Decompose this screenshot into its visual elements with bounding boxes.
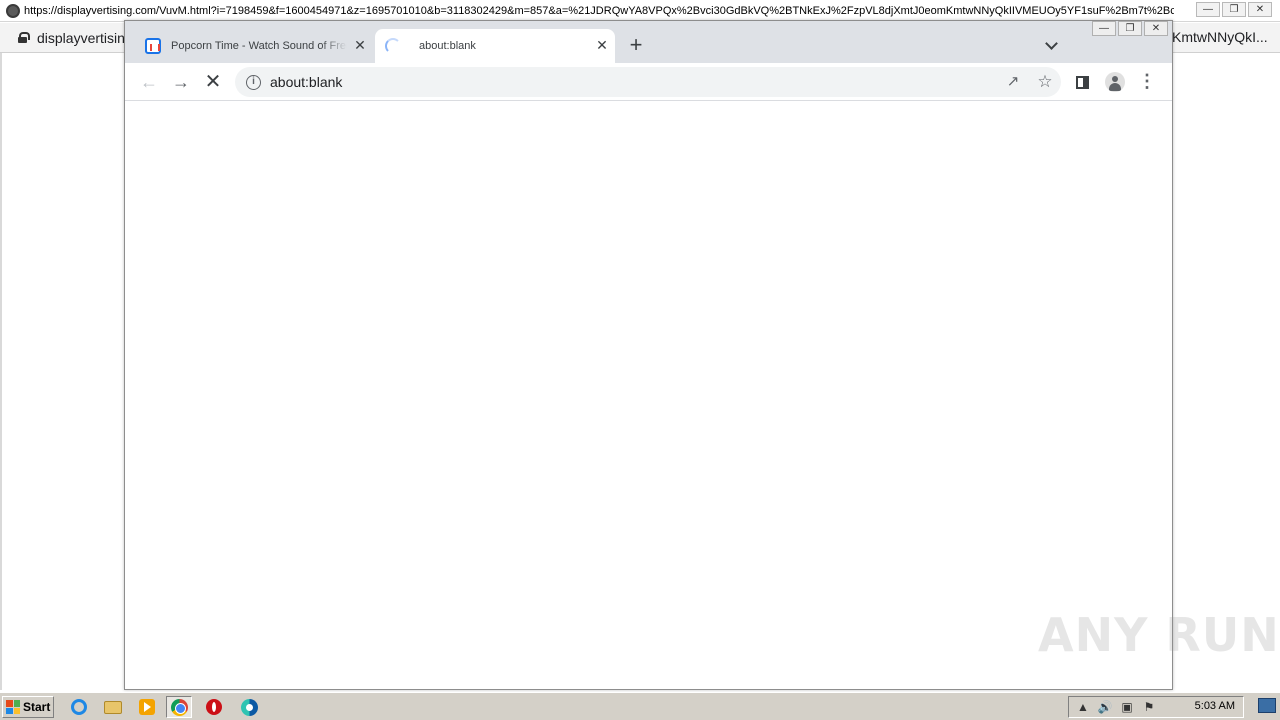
background-window-titlebar: https://displayvertising.com/VuvM.html?i… xyxy=(0,0,1280,22)
tab-close-icon[interactable]: ✕ xyxy=(353,38,367,53)
volume-icon[interactable]: 🔊 xyxy=(1097,699,1113,715)
side-panel-icon[interactable] xyxy=(1071,70,1095,94)
bookmark-star-icon[interactable]: ☆ xyxy=(1035,72,1055,92)
start-label: Start xyxy=(23,700,51,714)
browser-toolbar: ← → ✕ i about:blank ↗ ☆ ⋮ xyxy=(125,63,1172,101)
share-icon[interactable]: ↗ xyxy=(1003,72,1023,92)
page-favicon-icon xyxy=(6,3,20,18)
profile-avatar-icon[interactable] xyxy=(1103,70,1127,94)
omnibox-address[interactable]: about:blank xyxy=(270,74,342,90)
restore-button[interactable]: ❐ xyxy=(1222,2,1246,17)
file-explorer-taskbar-icon[interactable] xyxy=(100,696,126,718)
anyrun-watermark: ANY RUN xyxy=(1038,608,1280,662)
lock-icon xyxy=(18,32,30,43)
popcorn-favicon-icon xyxy=(145,38,161,54)
start-button[interactable]: Start xyxy=(2,696,54,718)
minimize-button[interactable]: — xyxy=(1092,21,1116,36)
new-tab-button[interactable]: + xyxy=(625,34,647,57)
tab-title: Popcorn Time - Watch Sound of Free xyxy=(171,40,347,52)
network-icon[interactable]: ▣ xyxy=(1119,699,1135,715)
back-arrow-icon[interactable]: ← xyxy=(137,70,161,94)
page-content xyxy=(125,101,1172,689)
internet-explorer-taskbar-icon[interactable] xyxy=(66,696,92,718)
tab-title: about:blank xyxy=(419,40,476,52)
action-center-flag-icon[interactable]: ⚑ xyxy=(1141,699,1157,715)
close-button[interactable]: ✕ xyxy=(1144,21,1168,36)
tab-about-blank[interactable]: about:blank ✕ xyxy=(375,29,615,63)
background-window-controls: — ❐ ✕ xyxy=(1196,2,1272,17)
taskbar: Start ▲ 🔊 ▣ ⚑ 5:03 AM xyxy=(0,692,1280,720)
forward-arrow-icon[interactable]: → xyxy=(169,70,193,94)
system-tray: ▲ 🔊 ▣ ⚑ 5:03 AM xyxy=(1068,696,1244,718)
site-info-icon[interactable]: i xyxy=(246,74,261,90)
opera-taskbar-icon[interactable] xyxy=(201,696,227,718)
chrome-window-controls: — ❐ ✕ xyxy=(1092,21,1168,36)
tray-expand-icon[interactable]: ▲ xyxy=(1075,699,1091,715)
restore-button[interactable]: ❐ xyxy=(1118,21,1142,36)
omnibox[interactable]: i about:blank ↗ ☆ xyxy=(235,67,1061,97)
background-window-edge xyxy=(0,53,2,690)
kebab-menu-icon[interactable]: ⋮ xyxy=(1135,70,1159,94)
stop-loading-icon[interactable]: ✕ xyxy=(201,70,225,94)
tab-search-chevron-icon[interactable] xyxy=(1042,36,1062,56)
tab-popcorn-time[interactable]: Popcorn Time - Watch Sound of Free ✕ xyxy=(135,29,373,63)
background-address-text: displayvertising xyxy=(37,29,133,46)
loading-spinner-icon xyxy=(385,38,401,54)
background-address-tail: KmtwNNyQkI... xyxy=(1172,29,1268,45)
minimize-button[interactable]: — xyxy=(1196,2,1220,17)
tab-strip: Popcorn Time - Watch Sound of Free ✕ abo… xyxy=(125,21,1172,63)
clock[interactable]: 5:03 AM xyxy=(1195,700,1235,712)
close-button[interactable]: ✕ xyxy=(1248,2,1272,17)
edge-taskbar-icon[interactable] xyxy=(236,696,262,718)
show-desktop-icon[interactable] xyxy=(1258,698,1276,713)
chrome-taskbar-icon[interactable] xyxy=(166,696,192,718)
chrome-window: Popcorn Time - Watch Sound of Free ✕ abo… xyxy=(124,20,1173,690)
background-window-title: https://displayvertising.com/VuvM.html?i… xyxy=(24,4,1174,17)
tab-close-icon[interactable]: ✕ xyxy=(595,38,609,53)
windows-logo-icon xyxy=(6,700,20,714)
media-player-taskbar-icon[interactable] xyxy=(134,696,160,718)
